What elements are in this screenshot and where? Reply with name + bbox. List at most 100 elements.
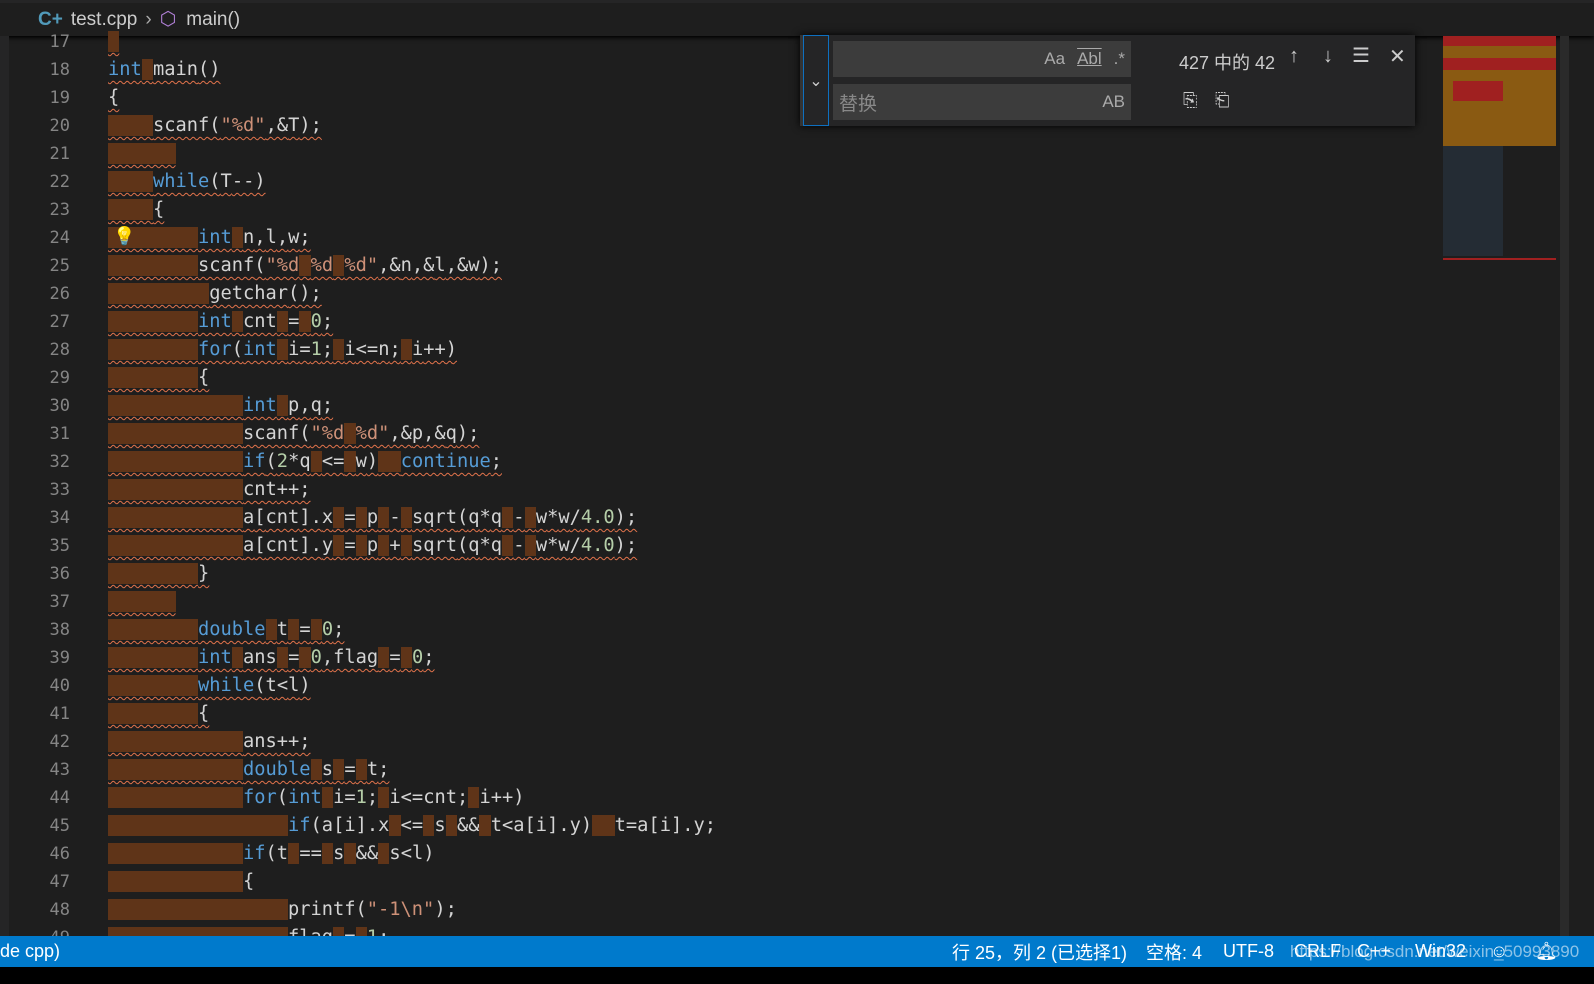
code-line[interactable]: scanf("%d %d",&p,&q); [108,420,1438,448]
replace-one-icon[interactable]: ⎘ [1183,90,1197,111]
whitespace-highlight [333,255,345,276]
whitespace-highlight [108,171,154,192]
code-token: main [153,59,199,80]
regex-button[interactable]: .* [1114,49,1125,69]
code-line[interactable]: flag = 1; [108,924,1438,936]
code-token: <= [355,339,379,360]
code-line[interactable] [108,588,1438,616]
code-line[interactable] [108,140,1438,168]
code-token: (); [288,283,322,304]
code-token: i [659,815,671,836]
line-number: 34 [49,508,70,528]
replace-all-icon[interactable]: ⎗ [1215,90,1229,111]
code-token: [ [524,815,536,836]
code-line[interactable]: { [108,196,1438,224]
code-token: ,& [411,255,435,276]
find-input[interactable]: Aa Abl .* [833,41,1131,77]
code-token: * [479,507,491,528]
code-line[interactable]: { [108,868,1438,896]
code-line[interactable]: double t = 0; [108,616,1438,644]
code-line[interactable]: scanf("%d %d %d",&n,&l,&w); [108,252,1438,280]
code-token: w [535,507,548,528]
code-token: = [299,339,311,360]
code-token: ) [580,815,593,836]
replace-input[interactable]: 替换 AB [833,84,1131,120]
code-line[interactable]: if(2*q <= w) continue; [108,448,1438,476]
code-token: while [153,171,210,192]
line-number: 33 [49,480,70,500]
code-line[interactable]: for(int i=1; i<=cnt; i++) [108,784,1438,812]
code-editor[interactable]: int main(){ scanf("%d",&T); while(T--) {… [108,28,1438,936]
code-line[interactable]: int p,q; [108,392,1438,420]
code-line[interactable]: int cnt = 0; [108,308,1438,336]
whitespace-highlight [355,927,367,936]
status-language-mode[interactable]: de cpp) [0,941,60,962]
line-number: 31 [49,424,70,444]
code-token: p [366,507,379,528]
code-token: p [288,395,300,416]
code-token: i [411,339,424,360]
code-line[interactable]: for(int i=1; i<=n; i++) [108,336,1438,364]
code-token: t [490,815,502,836]
code-token: = [625,815,638,836]
code-token: <= [400,787,424,808]
code-line[interactable]: printf("-1\n"); [108,896,1438,924]
code-line[interactable]: if(a[i].x <= s && t<a[i].y) t=a[i].y; [108,812,1438,840]
code-line[interactable]: { [108,364,1438,392]
code-token: ( [456,507,469,528]
close-icon[interactable]: ✕ [1389,44,1406,69]
line-number: 17 [49,32,70,52]
code-line[interactable]: ans++; [108,728,1438,756]
previous-match-button[interactable]: ↑ [1289,45,1299,68]
whitespace-highlight [108,535,244,556]
code-token: %d" [355,423,390,444]
whitespace-highlight [108,619,199,640]
code-token: x [321,507,334,528]
whitespace-highlight [592,815,615,836]
code-line[interactable]: int ans = 0,flag = 0; [108,644,1438,672]
code-token: ( [209,115,221,136]
vertical-scrollbar[interactable] [1560,36,1569,936]
whitespace-highlight [231,647,244,668]
whitespace-highlight [276,339,289,360]
status-encoding[interactable]: UTF-8 [1223,941,1274,962]
toggle-replace-button[interactable]: ⌄ [803,35,829,126]
code-line[interactable]: getchar(); [108,280,1438,308]
code-line[interactable]: cnt++; [108,476,1438,504]
whitespace-highlight [423,815,435,836]
find-in-selection-button[interactable]: ☰ [1352,43,1370,68]
code-line[interactable]: int n,l,w; [108,224,1438,252]
preserve-case-button[interactable]: AB [1102,92,1125,112]
code-line[interactable]: double s = t; [108,756,1438,784]
code-token: < [276,675,289,696]
line-number: 47 [49,872,70,892]
code-token: a [243,507,255,528]
next-match-button[interactable]: ↓ [1323,45,1333,68]
code-token: i [479,787,491,808]
code-token: i [333,787,345,808]
whitespace-highlight [108,31,120,52]
whitespace-highlight [108,479,244,500]
lightbulb-icon[interactable]: 💡 [113,226,135,247]
code-line[interactable]: a[cnt].x = p - sqrt(q*q - w*w/4.0); [108,504,1438,532]
status-indentation[interactable]: 空格: 4 [1146,939,1202,965]
code-token: cnt [243,479,277,500]
code-line[interactable]: { [108,700,1438,728]
code-line[interactable]: while(T--) [108,168,1438,196]
status-cursor-position[interactable]: 行 25，列 2 (已选择1) [952,939,1127,965]
code-token: flag [288,927,333,936]
code-line[interactable]: while(t<l) [108,672,1438,700]
code-token: 4.0 [580,535,615,556]
whitespace-highlight [108,843,244,864]
code-token: { [153,199,165,220]
whitespace-highlight [299,311,311,332]
match-case-button[interactable]: Aa [1044,49,1065,69]
minimap[interactable] [1443,36,1556,261]
whitespace-highlight [231,227,244,248]
code-line[interactable]: if(t == s && s<l) [108,840,1438,868]
whole-word-button[interactable]: Abl [1077,49,1102,69]
whitespace-highlight [310,759,322,780]
code-token: = [344,759,356,780]
code-line[interactable]: a[cnt].y = p + sqrt(q*q - w*w/4.0); [108,532,1438,560]
code-line[interactable]: } [108,560,1438,588]
